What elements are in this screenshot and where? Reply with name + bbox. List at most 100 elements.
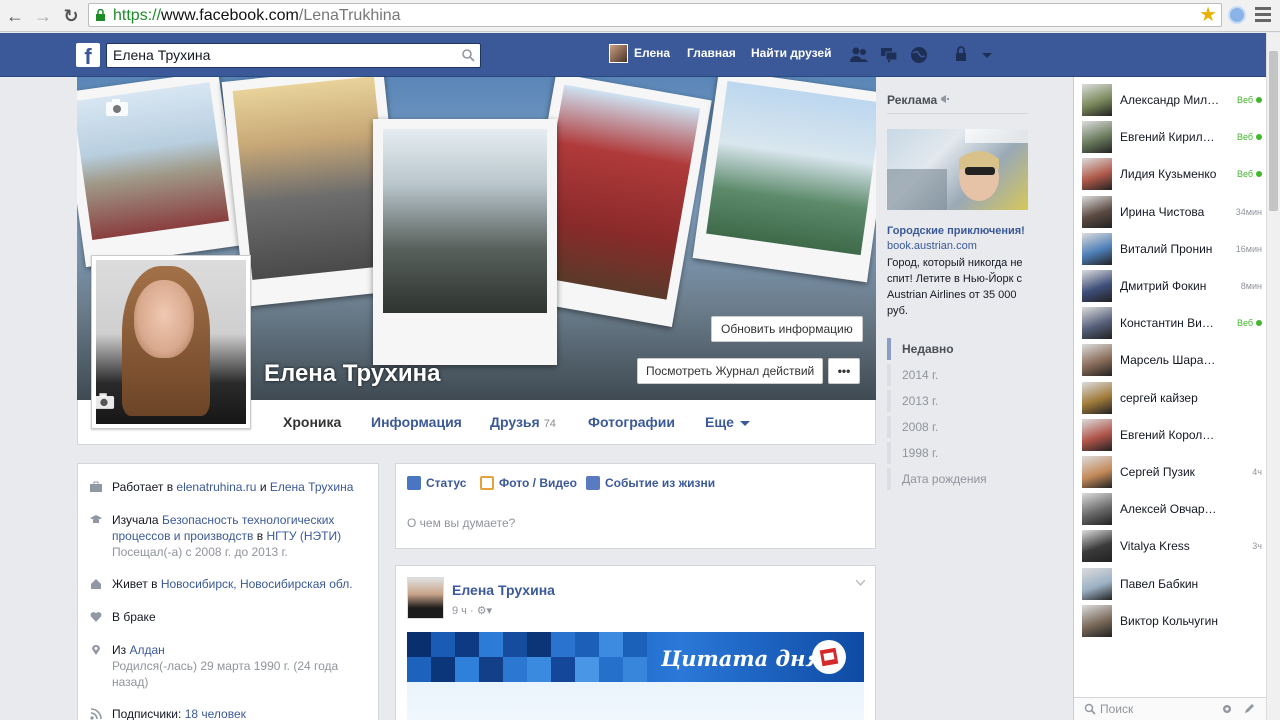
ad-image[interactable] [887,129,1028,210]
nav-find-friends-link[interactable]: Найти друзей [751,46,831,60]
friend-status: Веб [1237,95,1262,105]
messages-icon[interactable] [879,45,899,65]
ads-heading[interactable]: Реклама [887,93,1028,107]
year-birth[interactable]: Дата рождения [887,468,1028,490]
university-link[interactable]: НГТУ (НЭТИ) [266,529,341,543]
bookmark-star-icon[interactable]: ★ [1199,4,1217,26]
post-image-banner[interactable]: Цитата дня [407,632,864,682]
chat-friend-item[interactable]: Павел Бабкин [1082,567,1262,600]
forward-icon[interactable]: → [32,5,54,27]
chat-friend-item[interactable]: Виталий Пронин 16мин [1082,232,1262,265]
user-avatar[interactable] [609,44,628,63]
chat-friend-item[interactable]: Виктор Кольчугин [1082,604,1262,637]
graduation-cap-icon [90,515,102,523]
friend-name: Дмитрий Фокин [1120,279,1207,293]
friend-status: 16мин [1235,243,1262,254]
year-recent[interactable]: Недавно [887,338,1028,360]
chat-friend-item[interactable]: Сергей Пузик 4ч [1082,456,1262,488]
year-2008[interactable]: 2008 г. [887,416,1028,438]
chat-friend-item[interactable]: сергей кайзер [1082,381,1262,414]
composer-life-event-tab[interactable]: Событие из жизни [586,476,715,490]
friend-name: Сергей Пузик [1120,465,1195,479]
ad-headline[interactable]: Городские приключения! [887,225,1025,237]
composer-status-tab[interactable]: Статус [407,476,466,490]
search-input[interactable]: Елена Трухина [106,43,481,68]
nav-home-link[interactable]: Главная [687,46,736,60]
account-menu-chevron-icon[interactable] [981,45,993,65]
gear-icon[interactable] [1221,703,1233,715]
divider [887,113,1028,114]
friend-avatar [1082,418,1112,451]
privacy-shortcuts-icon[interactable] [953,45,973,65]
year-2013[interactable]: 2013 г. [887,390,1028,412]
chat-friend-item[interactable]: Дмитрий Фокин 8мин [1082,270,1262,302]
ad-domain[interactable]: book.austrian.com [887,240,977,252]
update-info-button[interactable]: Обновить информацию [711,316,863,342]
more-options-button[interactable]: ••• [828,358,860,384]
online-dot-icon [1256,320,1262,327]
change-profile-camera-icon[interactable] [93,393,115,410]
friend-name: Ирина Чистова [1120,204,1205,219]
tab-about[interactable]: Информация [371,414,462,430]
post-options-chevron-icon[interactable] [856,580,865,586]
followers-info: Подписчики: 18 человек [112,707,246,720]
friend-name: Александр Миллер [1120,93,1220,107]
post-author-name[interactable]: Елена Трухина [452,582,555,598]
friend-status: Веб [1237,318,1262,328]
address-bar[interactable]: https://www.facebook.com/LenaTrukhina ★ [88,3,1222,27]
tab-more[interactable]: Еще [705,414,750,430]
new-message-icon[interactable] [1243,703,1255,715]
extension-icon[interactable] [1228,6,1246,24]
friend-avatar [1082,158,1112,191]
post-author-avatar[interactable] [407,577,444,619]
chat-friend-item[interactable]: Vitalya Kress 3ч [1082,530,1262,563]
lives-in-link[interactable]: Новосибирск, Новосибирская обл. [161,577,353,591]
friend-requests-icon[interactable] [849,45,869,65]
audience-icon[interactable]: ⚙▾ [477,605,492,617]
chat-search-input[interactable]: Поиск [1100,702,1133,716]
work-link[interactable]: elenatruhina.ru [176,480,256,494]
tab-photos[interactable]: Фотографии [588,414,675,430]
profile-picture[interactable] [91,255,251,429]
friend-status: 34мин [1235,206,1262,217]
activity-log-button[interactable]: Посмотреть Журнал действий [637,358,824,384]
page-scrollbar[interactable] [1266,33,1280,720]
friend-name: сергей кайзер [1120,390,1198,405]
followers-link[interactable]: 18 человек [185,707,246,720]
chat-friend-item[interactable]: Ирина Чистова 34мин [1082,195,1262,228]
scrollbar-thumb[interactable] [1269,51,1278,211]
friend-avatar [1082,381,1112,414]
facebook-logo-icon[interactable]: f [76,43,100,67]
year-1998[interactable]: 1998 г. [887,442,1028,464]
nav-profile-link[interactable]: Елена [634,46,670,60]
search-icon[interactable] [462,49,475,62]
post-timestamp[interactable]: 9 ч · ⚙▾ [452,604,492,617]
chat-friend-item[interactable]: Евгений Кириллов Веб [1082,121,1262,154]
megaphone-icon [941,95,950,103]
chat-friend-item[interactable]: Лидия Кузьменко Веб [1082,158,1262,191]
reload-icon[interactable]: ↻ [60,5,82,27]
back-icon[interactable]: ← [4,5,26,27]
chat-friend-item[interactable]: Алексей Овчаренко [1082,493,1262,526]
browser-menu-icon[interactable] [1255,7,1271,23]
chat-friend-item[interactable]: Александр Миллер Веб [1082,84,1262,116]
online-dot-icon [1256,171,1262,178]
composer-photo-tab[interactable]: Фото / Видео [480,476,577,490]
work-link-2[interactable]: Елена Трухина [270,480,354,494]
url-text: https://www.facebook.com/LenaTrukhina [113,7,401,24]
change-cover-camera-icon[interactable] [105,99,129,117]
friend-avatar [1082,567,1112,600]
friend-avatar [1082,307,1112,340]
notifications-globe-icon[interactable] [909,45,929,65]
chat-friend-item[interactable]: Евгений Корольков [1082,418,1262,451]
composer-input[interactable]: О чем вы думаете? [407,516,515,530]
browser-toolbar: ← → ↻ https://www.facebook.com/LenaTrukh… [0,0,1280,32]
hometown-link[interactable]: Алдан [129,643,164,657]
tab-timeline[interactable]: Хроника [283,414,341,430]
online-dot-icon [1256,97,1262,103]
chat-friend-item[interactable]: Марсель Шарафиев [1082,344,1262,377]
chevron-down-icon [739,420,750,426]
year-2014[interactable]: 2014 г. [887,364,1028,386]
chat-friend-item[interactable]: Константин Вишн... Веб [1082,307,1262,340]
tab-friends[interactable]: Друзья 74 [490,414,556,430]
